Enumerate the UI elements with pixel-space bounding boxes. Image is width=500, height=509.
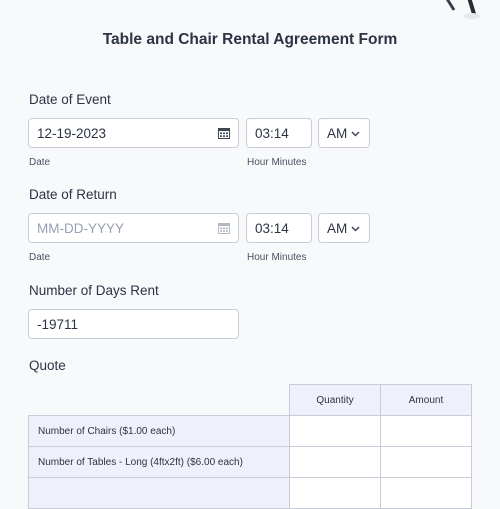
calendar-icon[interactable] [218, 127, 230, 139]
decorative-chair-image [445, 0, 480, 19]
form-title: Table and Chair Rental Agreement Form [102, 31, 398, 48]
event-ampm-select[interactable]: AM [318, 118, 370, 148]
return-time-sublabel: Hour Minutes [247, 252, 307, 263]
quote-header-quantity: Quantity [289, 384, 381, 416]
tables-long-quantity-cell[interactable] [289, 446, 381, 478]
chevron-down-icon [351, 131, 360, 137]
days-rent-value: -19711 [37, 316, 79, 332]
return-time-value: 03:14 [255, 220, 289, 236]
return-date-sublabel: Date [29, 252, 51, 263]
return-date-input[interactable]: MM-DD-YYYY [28, 213, 239, 243]
event-date-input[interactable]: 12-19-2023 [28, 118, 239, 148]
chairs-quantity-cell[interactable] [289, 415, 381, 447]
quote-label: Quote [29, 358, 66, 373]
return-time-input[interactable]: 03:14 [246, 213, 312, 243]
event-date-label: Date of Event [29, 92, 111, 107]
return-date-label: Date of Return [29, 187, 117, 202]
chairs-amount-cell[interactable] [380, 415, 472, 447]
tables-long-amount-cell[interactable] [380, 446, 472, 478]
quote-header-blank [29, 385, 290, 416]
next-quantity-cell[interactable] [289, 477, 381, 509]
next-amount-cell[interactable] [380, 477, 472, 509]
days-rent-input[interactable]: -19711 [28, 309, 239, 339]
table-row: Number of Chairs ($1.00 each) [28, 415, 472, 447]
event-time-input[interactable]: 03:14 [246, 118, 312, 148]
quote-row-label-next [28, 477, 290, 509]
table-row [28, 477, 472, 509]
event-date-value: 12-19-2023 [37, 125, 107, 141]
event-date-sublabel: Date [29, 157, 51, 168]
quote-header-row: Quantity Amount [29, 384, 472, 416]
days-rent-label: Number of Days Rent [29, 283, 159, 298]
chevron-down-icon [351, 226, 360, 232]
event-time-sublabel: Hour Minutes [247, 157, 307, 168]
return-ampm-value: AM [327, 220, 348, 236]
return-ampm-select[interactable]: AM [318, 213, 370, 243]
table-row: Number of Tables - Long (4ftx2ft) ($6.00… [28, 446, 472, 478]
quote-row-label-tables-long: Number of Tables - Long (4ftx2ft) ($6.00… [28, 446, 290, 478]
quote-row-label-chairs: Number of Chairs ($1.00 each) [28, 415, 290, 447]
calendar-icon[interactable] [218, 222, 230, 234]
event-ampm-value: AM [327, 125, 348, 141]
quote-header-amount: Amount [380, 384, 472, 416]
event-time-value: 03:14 [255, 125, 289, 141]
quote-table: Quantity Amount Number of Chairs ($1.00 … [28, 384, 472, 509]
return-date-placeholder: MM-DD-YYYY [37, 220, 124, 236]
